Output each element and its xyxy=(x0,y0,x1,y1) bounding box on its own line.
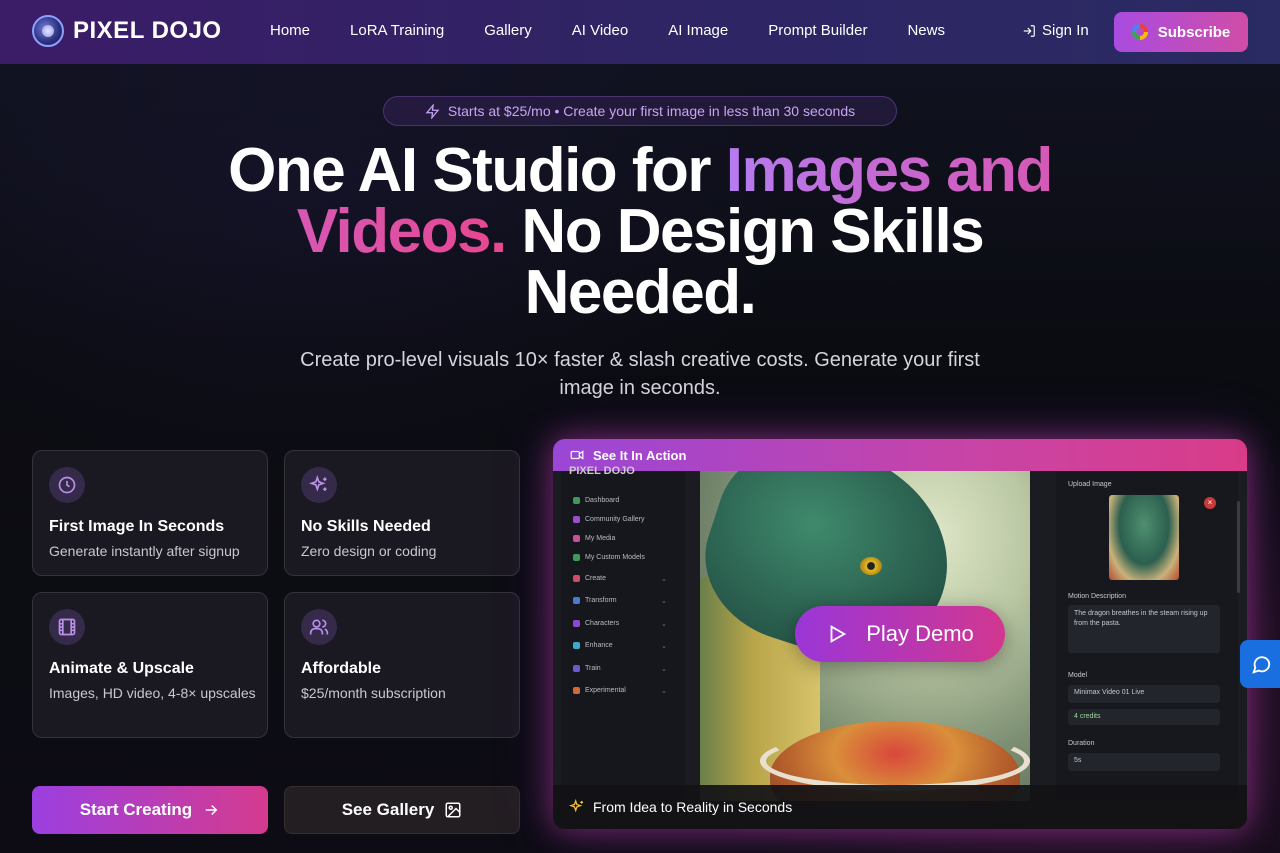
sidebar-item-create: Create ⌄ xyxy=(573,575,667,583)
feature-desc: Zero design or coding xyxy=(301,543,437,559)
logo-text: PIXEL DOJO xyxy=(73,17,222,44)
pricing-pill-text: Starts at $25/mo • Create your first ima… xyxy=(447,103,856,119)
dragon-eye-shape xyxy=(860,557,882,575)
sparkles-icon xyxy=(301,467,337,503)
motion-description-field: The dragon breathes in the steam rising … xyxy=(1068,605,1220,653)
app-sidebar-preview: PIXEL DOJO Dashboard Community Gallery M… xyxy=(561,465,685,801)
see-gallery-label: See Gallery xyxy=(341,800,435,819)
hero-subhead: Create pro-level visuals 10× faster & sl… xyxy=(300,349,980,399)
nav-link-ai-video[interactable]: AI Video xyxy=(572,22,628,39)
upload-image-label: Upload Image xyxy=(1068,481,1112,488)
headline-part2: No Design Skills Needed. xyxy=(505,197,984,327)
demo-header: See It In Action xyxy=(553,439,1247,471)
feature-title: First Image In Seconds xyxy=(49,518,225,535)
lightning-icon xyxy=(425,103,440,119)
demo-footer: From Idea to Reality in Seconds xyxy=(553,785,1247,829)
demo-footer-label: From Idea to Reality in Seconds xyxy=(593,799,793,815)
nav-links: Home LoRA Training Gallery AI Video AI I… xyxy=(270,22,985,39)
clock-icon xyxy=(49,467,85,503)
feature-title: Animate & Upscale xyxy=(49,660,194,677)
app-logo-text: PIXEL DOJO xyxy=(569,465,635,477)
credits-badge: 4 credits xyxy=(1068,709,1220,725)
model-select: Minimax Video 01 Live xyxy=(1068,685,1220,703)
nav-link-prompt-builder[interactable]: Prompt Builder xyxy=(768,22,867,39)
demo-panel: See It In Action PIXEL DOJO Dashboard Co… xyxy=(553,439,1247,829)
nav-link-ai-image[interactable]: AI Image xyxy=(668,22,728,39)
feature-title: Affordable xyxy=(301,660,381,677)
hero-headline: One AI Studio for Images and Videos. No … xyxy=(190,140,1090,324)
chat-widget-button[interactable] xyxy=(1240,640,1280,688)
feature-card-first-image: First Image In Seconds Generate instantl… xyxy=(32,450,268,576)
preview-scrollbar xyxy=(1237,501,1240,593)
subscribe-button[interactable]: Subscribe xyxy=(1114,12,1248,52)
sign-in-icon xyxy=(1023,24,1035,37)
feature-title: No Skills Needed xyxy=(301,518,431,535)
feature-desc: Generate instantly after signup xyxy=(49,543,240,559)
pricing-pill: Starts at $25/mo • Create your first ima… xyxy=(383,96,897,126)
bowl-rim-shape xyxy=(760,731,1030,791)
upload-thumbnail xyxy=(1109,495,1179,580)
feature-card-affordable: Affordable $25/month subscription xyxy=(284,592,520,738)
sidebar-item-my-custom-models: My Custom Models xyxy=(573,554,645,561)
play-demo-label: Play Demo xyxy=(866,621,974,646)
logo-mark-icon xyxy=(32,15,64,47)
feature-card-no-skills: No Skills Needed Zero design or coding xyxy=(284,450,520,576)
remove-image-icon: × xyxy=(1204,497,1216,509)
start-creating-button[interactable]: Start Creating xyxy=(32,786,268,834)
nav-link-lora-training[interactable]: LoRA Training xyxy=(350,22,444,39)
chat-bubble-icon xyxy=(1252,656,1271,674)
film-icon xyxy=(49,609,85,645)
sidebar-item-dashboard: Dashboard xyxy=(573,497,619,504)
sidebar-item-enhance: Enhance ⌄ xyxy=(573,642,667,650)
duration-label: Duration xyxy=(1068,740,1095,747)
sparkles-icon xyxy=(569,799,583,813)
feature-card-animate-upscale: Animate & Upscale Images, HD video, 4-8×… xyxy=(32,592,268,738)
google-icon xyxy=(1131,24,1148,40)
sidebar-item-characters: Characters ⌄ xyxy=(573,620,667,628)
subscribe-label: Subscribe xyxy=(1157,23,1231,41)
users-icon xyxy=(301,609,337,645)
motion-description-label: Motion Description xyxy=(1068,593,1126,600)
sidebar-item-my-media: My Media xyxy=(573,535,615,542)
play-demo-button[interactable]: Play Demo xyxy=(795,606,1005,662)
feature-desc: Images, HD video, 4-8× upscales xyxy=(49,685,256,701)
nav-link-gallery[interactable]: Gallery xyxy=(484,22,532,39)
nav-link-home[interactable]: Home xyxy=(270,22,310,39)
feature-desc: $25/month subscription xyxy=(301,685,446,701)
sidebar-item-transform: Transform ⌄ xyxy=(573,597,667,605)
play-icon xyxy=(830,625,847,643)
app-settings-preview: Upload Image × Motion Description The dr… xyxy=(1056,471,1238,801)
model-label: Model xyxy=(1068,672,1088,679)
video-camera-icon xyxy=(570,450,584,460)
sign-in-button[interactable]: Sign In xyxy=(1022,22,1089,39)
arrow-right-icon xyxy=(205,804,218,816)
sidebar-item-train: Train ⌄ xyxy=(573,665,667,673)
nav-link-news[interactable]: News xyxy=(907,22,945,39)
image-icon xyxy=(445,802,461,818)
top-navbar: PIXEL DOJO Home LoRA Training Gallery AI… xyxy=(0,0,1280,64)
logo[interactable]: PIXEL DOJO xyxy=(32,15,222,47)
headline-part1: One AI Studio for xyxy=(228,136,726,205)
sidebar-item-community-gallery: Community Gallery xyxy=(573,516,645,523)
start-creating-label: Start Creating xyxy=(79,800,193,819)
see-gallery-button[interactable]: See Gallery xyxy=(284,786,520,834)
sidebar-item-experimental: Experimental ⌄ xyxy=(573,687,667,695)
demo-header-label: See It In Action xyxy=(593,447,687,463)
duration-select: 5s xyxy=(1068,753,1220,771)
sign-in-label: Sign In xyxy=(1042,22,1089,39)
